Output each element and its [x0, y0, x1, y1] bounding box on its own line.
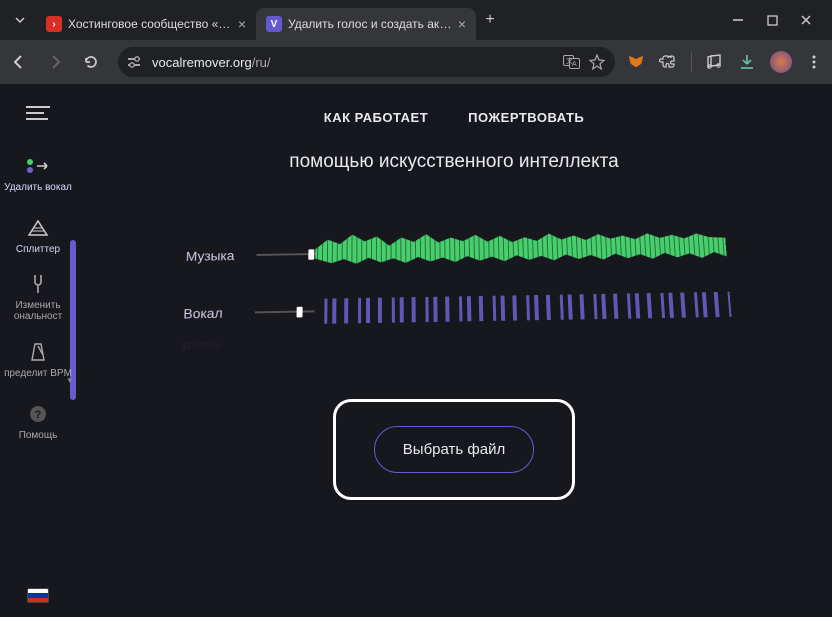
nav-donate[interactable]: ПОЖЕРТВОВАТЬ	[468, 110, 584, 125]
sidebar-item-help[interactable]: ? Помощь	[0, 390, 76, 452]
music-volume-slider[interactable]	[256, 247, 315, 261]
profile-avatar[interactable]	[770, 51, 792, 73]
sidebar-item-remove-vocal[interactable]: Удалить вокал	[0, 142, 76, 204]
svg-text:A: A	[572, 61, 577, 68]
cta-highlight-box: Выбрать файл	[333, 399, 575, 500]
tab-favicon-icon: V	[266, 16, 282, 32]
top-nav: КАК РАБОТАЕТ ПОЖЕРТВОВАТЬ	[324, 110, 584, 125]
reflection-label: Вокал	[174, 340, 222, 352]
tab-hosting[interactable]: › Хостинговое сообщество «Tim ×	[36, 8, 256, 40]
browser-titlebar: › Хостинговое сообщество «Tim × V Удалит…	[0, 0, 832, 40]
tab-search-dropdown[interactable]	[4, 4, 36, 36]
sidebar: Удалить вокал Сплиттер Изменить ональнос…	[0, 84, 76, 617]
sidebar-item-splitter[interactable]: Сплиттер	[0, 204, 76, 266]
track-vocal-label: Вокал	[175, 305, 255, 322]
window-controls	[730, 12, 828, 28]
browser-toolbar: vocalremover.org/ru/ 文A	[0, 40, 832, 84]
sidebar-item-label: Помощь	[19, 430, 58, 441]
maximize-icon[interactable]	[764, 12, 780, 28]
metronome-icon	[24, 340, 52, 364]
track-music-row: Музыка	[177, 214, 729, 289]
extensions-icon[interactable]	[659, 53, 677, 71]
nav-how-it-works[interactable]: КАК РАБОТАЕТ	[324, 110, 428, 125]
sidebar-toggle[interactable]	[0, 84, 76, 142]
translate-icon[interactable]: 文A	[563, 54, 581, 70]
chevron-down-icon: ▾	[67, 375, 72, 386]
forward-button[interactable]	[46, 53, 70, 71]
sidebar-item-bpm[interactable]: пределит BPM ▾	[0, 328, 76, 390]
new-tab-button[interactable]: +	[476, 11, 504, 29]
main-area: КАК РАБОТАЕТ ПОЖЕРТВОВАТЬ помощью искусс…	[76, 84, 832, 617]
track-music-label: Музыка	[178, 247, 257, 263]
reload-button[interactable]	[82, 53, 106, 71]
close-icon[interactable]: ×	[238, 16, 246, 32]
music-waveform	[315, 214, 729, 287]
svg-text:?: ?	[35, 409, 42, 421]
media-control-icon[interactable]	[706, 54, 724, 70]
vocal-volume-slider[interactable]	[255, 305, 315, 320]
sidebar-item-label: Изменить ональност	[0, 300, 76, 322]
language-flag-ru[interactable]	[27, 588, 49, 603]
waveform-demo: Музыка Вокал Вокал	[174, 214, 734, 353]
page-content: Удалить вокал Сплиттер Изменить ональнос…	[0, 84, 832, 617]
menu-icon[interactable]	[806, 54, 822, 70]
page-headline: помощью искусственного интеллекта	[289, 151, 618, 173]
vocal-waveform	[314, 280, 732, 335]
tab-title: Хостинговое сообщество «Tim	[68, 17, 232, 31]
choose-file-button[interactable]: Выбрать файл	[374, 426, 534, 473]
metamask-icon[interactable]	[627, 53, 645, 71]
downloads-icon[interactable]	[738, 53, 756, 71]
tuning-fork-icon	[24, 272, 52, 296]
help-icon: ?	[24, 402, 52, 426]
sidebar-item-label: пределит BPM	[4, 368, 72, 379]
remove-vocal-icon	[24, 154, 52, 178]
splitter-icon	[24, 216, 52, 240]
site-settings-icon[interactable]	[128, 55, 144, 69]
tab-vocalremover[interactable]: V Удалить голос и создать акапе ×	[256, 8, 476, 40]
tab-favicon-icon: ›	[46, 16, 62, 32]
track-vocal-row: Вокал	[174, 280, 732, 338]
sidebar-item-label: Удалить вокал	[4, 182, 72, 193]
sidebar-item-label: Сплиттер	[16, 244, 60, 255]
back-button[interactable]	[10, 53, 34, 71]
close-icon[interactable]: ×	[458, 16, 466, 32]
separator	[691, 52, 692, 72]
tab-title: Удалить голос и создать акапе	[288, 17, 452, 31]
minimize-icon[interactable]	[730, 12, 746, 28]
sidebar-item-pitch[interactable]: Изменить ональност	[0, 266, 76, 328]
close-window-icon[interactable]	[798, 12, 814, 28]
address-text: vocalremover.org/ru/	[152, 55, 271, 70]
bookmark-icon[interactable]	[589, 54, 605, 70]
address-bar[interactable]: vocalremover.org/ru/ 文A	[118, 47, 615, 77]
